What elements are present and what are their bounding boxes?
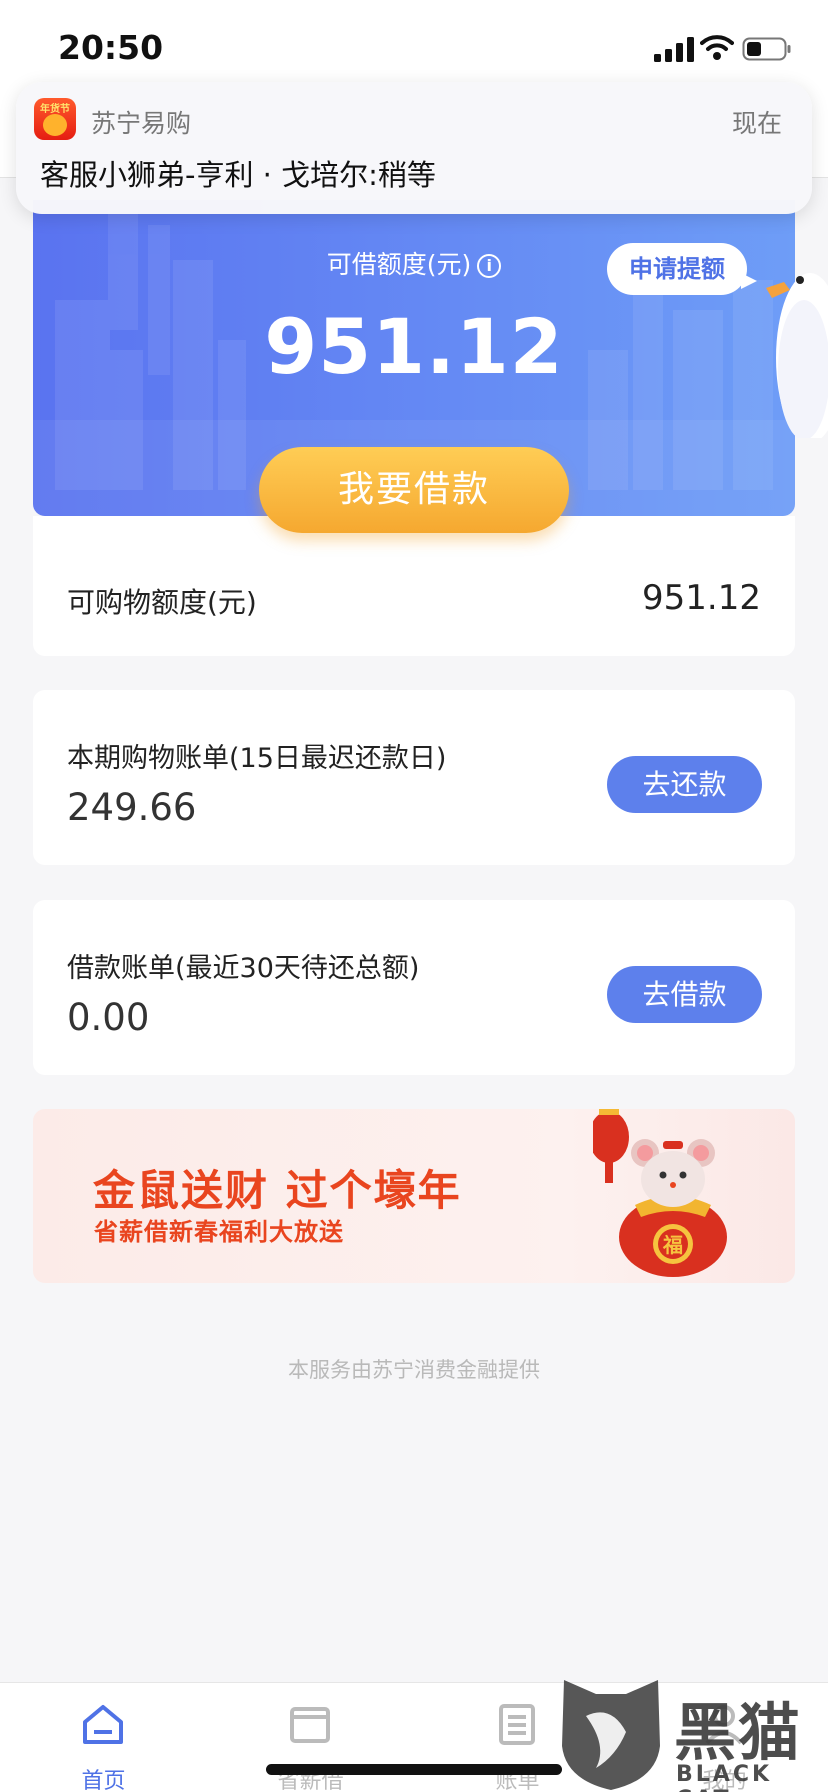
wallet-icon [290,1707,330,1743]
status-time: 20:50 [58,28,164,67]
suning-app-icon: 年货节 [34,98,76,140]
info-icon[interactable]: i [477,254,502,278]
tab-home[interactable]: 首页 [0,1683,207,1792]
service-provider-note: 本服务由苏宁消费金融提供 [288,1358,540,1382]
shopping-bill-card: 本期购物账单(15日最迟还款日) 249.66 去还款 [33,690,795,865]
mouse-lucky-bag-illustration: 福 [593,1109,727,1277]
watermark-text: 黑猫 [674,1696,803,1769]
promo-title: 金鼠送财 过个壕年 [93,1166,462,1215]
document-icon [499,1704,535,1745]
repay-button[interactable]: 去还款 [607,756,762,813]
goose-mascot-icon [766,273,828,438]
tab-home-label: 首页 [81,1769,126,1792]
loan-bill-card: 借款账单(最近30天待还总额) 0.00 去借款 [33,900,795,1075]
credit-amount: 951.12 [264,302,564,391]
notification-app-name: 苏宁易购 [91,109,192,138]
shopping-credit-card: 可购物额度(元) 951.12 [33,516,795,656]
shopping-bill-title: 本期购物账单(15日最迟还款日) [67,743,447,774]
notification-time: 现在 [731,109,782,138]
go-borrow-button[interactable]: 去借款 [607,966,762,1023]
promo-banner[interactable]: 金鼠送财 过个壕年 省薪借新春福利大放送 福 [33,1109,795,1283]
borrow-now-button[interactable]: 我要借款 [259,447,569,533]
notification-message: 客服小狮弟-亨利 · 戈培尔:稍等 [40,158,436,192]
svg-text:福: 福 [662,1233,683,1257]
promo-subtitle: 省薪借新春福利大放送 [94,1218,344,1246]
cellular-signal-icon [654,37,694,62]
loan-bill-title: 借款账单(最近30天待还总额) [67,953,420,984]
loan-bill-amount: 0.00 [67,996,150,1039]
home-indicator[interactable] [266,1764,562,1775]
wifi-icon [700,35,734,60]
shopping-bill-amount: 249.66 [67,786,197,829]
apply-increase-button[interactable]: 申请提额 [607,243,757,295]
tab-salary-loan[interactable]: 省薪借 [207,1683,414,1792]
home-icon [83,1705,123,1744]
black-cat-watermark: 黑猫 BLACK CAT [556,1676,828,1792]
battery-icon [742,37,791,61]
shopping-credit-label: 可购物额度(元) [67,586,257,619]
shopping-credit-value: 951.12 [642,578,761,618]
push-notification[interactable]: 年货节 苏宁易购 现在 客服小狮弟-亨利 · 戈培尔:稍等 [16,82,812,214]
cat-head-icon [562,1680,660,1790]
watermark-subtitle: BLACK CAT [676,1762,773,1792]
